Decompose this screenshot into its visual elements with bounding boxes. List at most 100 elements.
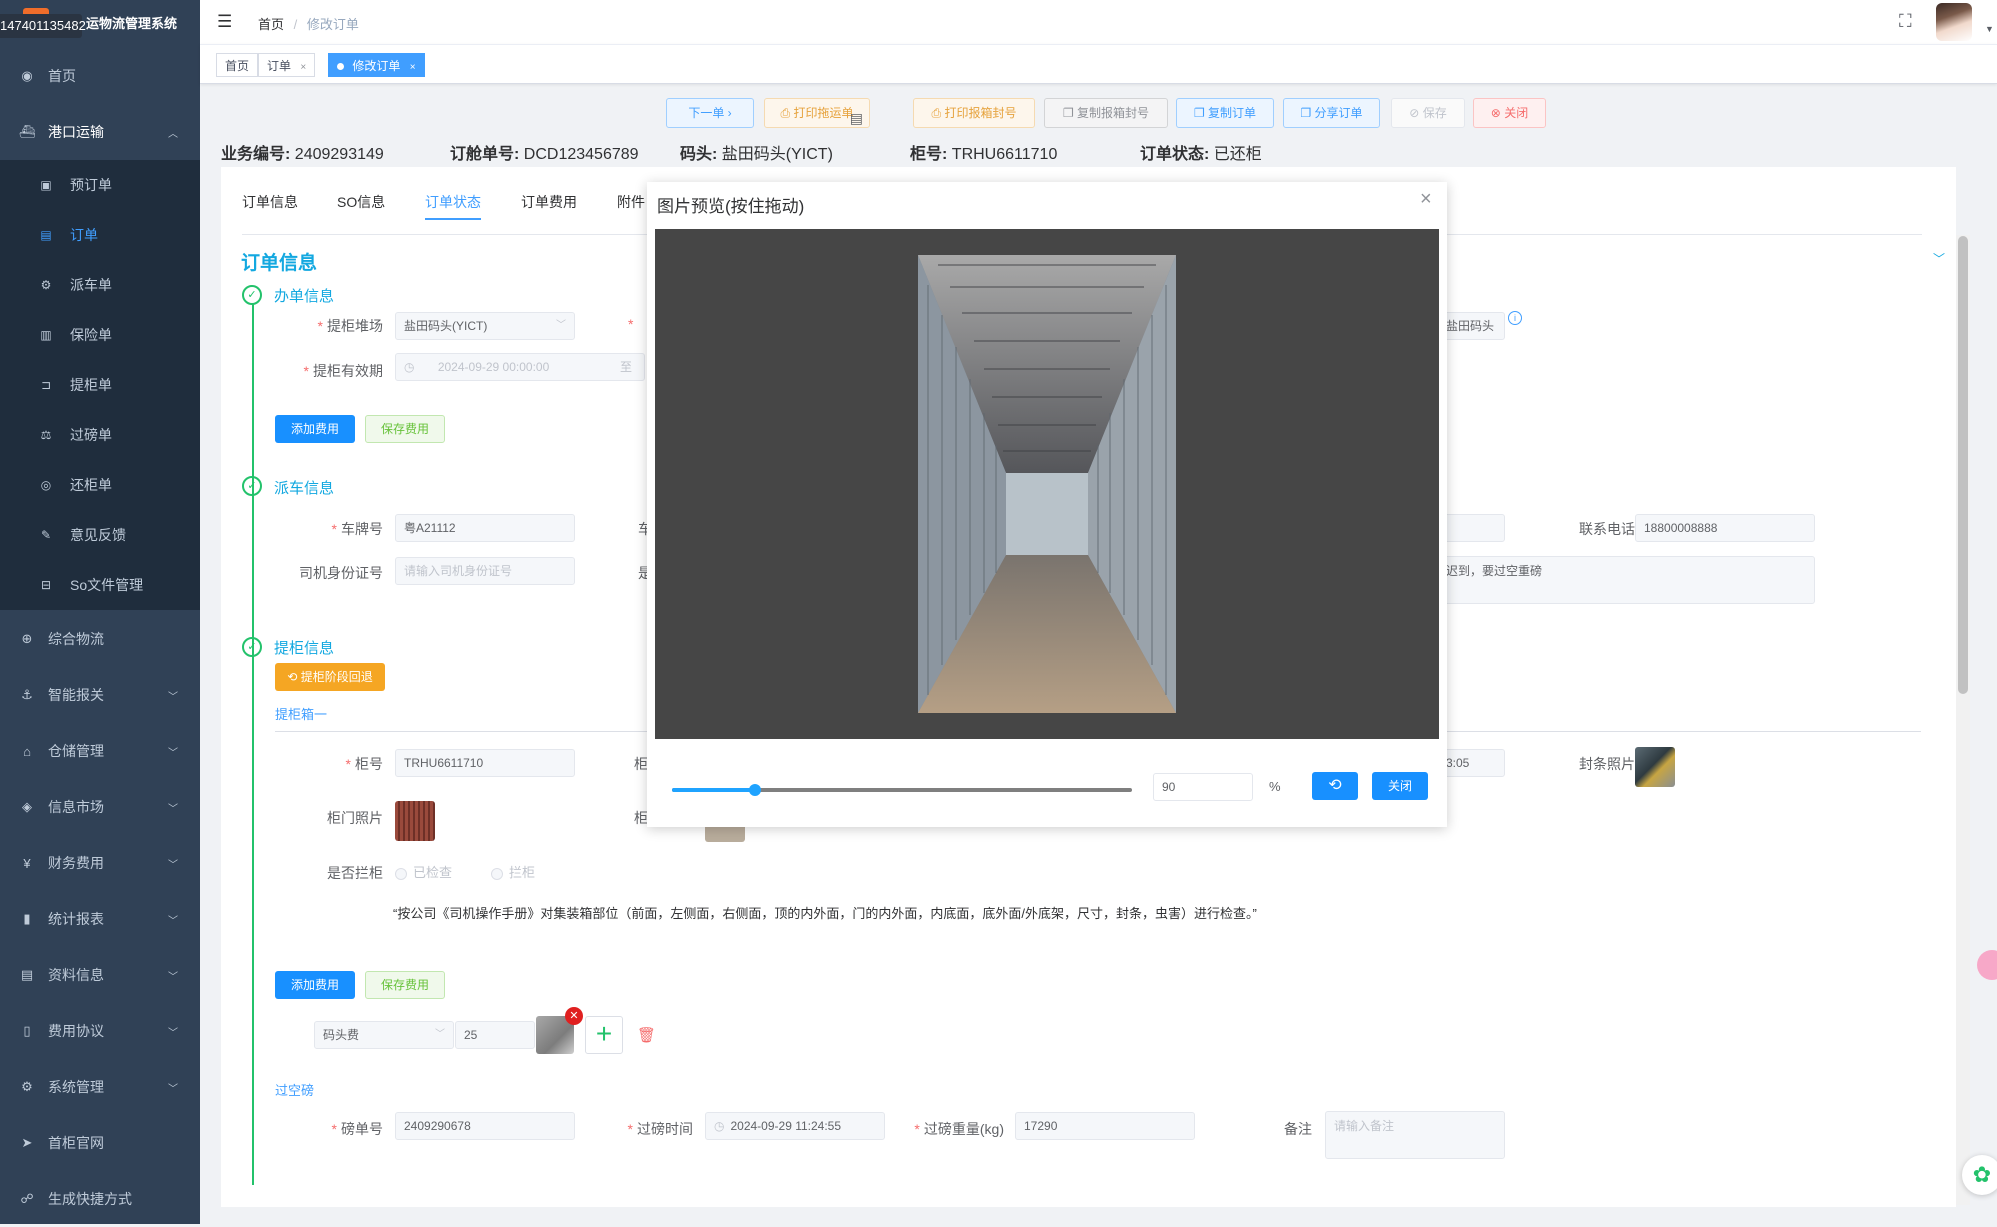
empty-weigh-link[interactable]: 过空磅 — [275, 1080, 314, 1099]
sidebar-item-reports[interactable]: ▮ 统计报表 ﹀ — [0, 891, 200, 947]
photo-thumbnail[interactable] — [705, 826, 745, 842]
sidebar-subitem-weighing[interactable]: ⚖ 过磅单 — [0, 410, 200, 460]
print-seal-button[interactable]: ⎙ 打印报箱封号 — [913, 98, 1035, 128]
sidebar-item-shortcut[interactable]: ☍ 生成快捷方式 — [0, 1171, 200, 1227]
tag-edit-order[interactable]: 修改订单 × — [328, 53, 425, 77]
sidebar-subitem-dispatch[interactable]: ⚙ 派车单 — [0, 260, 200, 310]
sidebar-item-data[interactable]: ▤ 资料信息 ﹀ — [0, 947, 200, 1003]
fee-type-select[interactable]: 码头费 ﹀ — [314, 1021, 454, 1049]
pickup-valid-range[interactable]: ◷ 2024-09-29 00:00:00 至 — [395, 353, 645, 381]
weigh-no-input[interactable]: 2409290678 — [395, 1112, 575, 1140]
truncated-label: 柜 — [634, 810, 648, 826]
app-title: 运物流管理系统 — [86, 16, 178, 31]
radio-blocked[interactable]: 拦柜 — [491, 862, 535, 881]
trash-icon[interactable]: 🗑 — [637, 1026, 656, 1044]
clipboard-icon[interactable]: ▤ — [850, 104, 863, 132]
pickup-yard-select[interactable]: 盐田码头(YICT) ﹀ — [395, 312, 575, 340]
sidebar-subitem-prebooking[interactable]: ▣ 预订单 — [0, 160, 200, 210]
zoom-input[interactable]: 90 — [1153, 773, 1253, 801]
sidebar-item-customs[interactable]: ⚓ 智能报关 ﹀ — [0, 667, 200, 723]
rotate-icon[interactable]: ⟲ — [1312, 772, 1358, 800]
active-tab-indicator — [425, 218, 481, 220]
floating-helper-icon[interactable] — [1977, 950, 1997, 980]
remove-icon[interactable]: ✕ — [565, 1007, 583, 1025]
weigh-time-input[interactable]: ◷ 2024-09-29 11:24:55 — [705, 1112, 885, 1140]
sidebar-item-label: 综合物流 — [48, 631, 104, 647]
tab-order-status[interactable]: 订单状态 — [425, 192, 481, 212]
sidebar-item-system[interactable]: ⚙ 系统管理 ﹀ — [0, 1059, 200, 1115]
dispatch-remark-textarea[interactable]: 迟到，要过空重磅 — [1443, 556, 1815, 604]
save-button[interactable]: ⊘ 保存 — [1391, 98, 1465, 128]
close-dialog-button[interactable]: 关闭 — [1372, 772, 1428, 800]
add-fee-button[interactable]: 添加费用 — [275, 971, 355, 999]
add-fee-button[interactable]: 添加费用 — [275, 415, 355, 443]
sidebar-item-market[interactable]: ◈ 信息市场 ﹀ — [0, 779, 200, 835]
scrollbar-thumb[interactable] — [1958, 236, 1968, 694]
remark-textarea[interactable]: 请输入备注 — [1325, 1111, 1505, 1159]
share-order-button[interactable]: ❐ 分享订单 — [1283, 98, 1380, 128]
save-fee-button[interactable]: 保存费用 — [365, 971, 445, 999]
zoom-slider-track[interactable] — [672, 784, 1132, 796]
box-one-link[interactable]: 提柜箱一 — [275, 704, 327, 723]
close-icon[interactable]: × — [300, 62, 306, 73]
container-interior-image[interactable] — [918, 255, 1176, 713]
tab-so-info[interactable]: SO信息 — [337, 192, 385, 212]
sidebar-item-fee-agreement[interactable]: ▯ 费用协议 ﹀ — [0, 1003, 200, 1059]
container-no-input[interactable]: TRHU6611710 — [395, 749, 575, 777]
phone-input[interactable]: 18800008888 — [1635, 514, 1815, 542]
fee-amount-input[interactable]: 25 — [455, 1021, 535, 1049]
close-icon[interactable]: × — [1420, 188, 1432, 211]
sidebar-subitem-pickup[interactable]: ⊐ 提柜单 — [0, 360, 200, 410]
fullscreen-icon[interactable]: ⛶ — [1899, 11, 1912, 32]
sidebar-item-home[interactable]: ◉ 首页 — [0, 48, 200, 104]
driver-id-input[interactable]: 请输入司机身份证号 — [395, 557, 575, 585]
sidebar-item-warehouse[interactable]: ⌂ 仓储管理 ﹀ — [0, 723, 200, 779]
tab-order-fees[interactable]: 订单费用 — [521, 192, 577, 212]
tag-order[interactable]: 订单 × — [258, 53, 316, 77]
image-canvas[interactable] — [655, 229, 1439, 739]
avatar[interactable] — [1936, 3, 1972, 41]
radio-checked[interactable]: 已检查 — [395, 862, 452, 881]
door-photo-thumbnail[interactable] — [395, 801, 435, 841]
sidebar-item-port-transport[interactable]: ⛴ 港口运输 ︿ — [0, 104, 200, 160]
sidebar-subitem-so-files[interactable]: ⊟ So文件管理 — [0, 560, 200, 610]
sidebar-item-logistics[interactable]: ⊕ 综合物流 — [0, 611, 200, 667]
sidebar-subitem-insurance[interactable]: ▥ 保险单 — [0, 310, 200, 360]
breadcrumb: 首页 / 修改订单 — [258, 14, 359, 33]
save-fee-button[interactable]: 保存费用 — [365, 415, 445, 443]
chevron-down-icon: ﹀ — [168, 803, 178, 815]
sidebar-subitem-return[interactable]: ◎ 还柜单 — [0, 460, 200, 510]
dispatch-right-input[interactable] — [1443, 514, 1505, 542]
sidebar-subitem-order[interactable]: ▤ 订单 — [0, 210, 200, 260]
yard-right-input[interactable]: 盐田码头 — [1443, 312, 1505, 340]
close-icon[interactable]: × — [410, 62, 416, 73]
printer-icon: ⎙ — [931, 106, 942, 120]
seal-photo-thumbnail[interactable] — [1635, 747, 1675, 787]
plate-input[interactable]: 粤A21112 — [395, 514, 575, 542]
time-right-input[interactable]: 3:05 — [1443, 749, 1505, 777]
breadcrumb-home[interactable]: 首页 — [258, 17, 284, 32]
caret-down-icon[interactable]: ▼ — [1985, 24, 1994, 34]
next-order-button[interactable]: 下一单 › — [666, 98, 754, 128]
order-icon: ▤ — [40, 228, 52, 242]
sidebar-item-finance[interactable]: ¥ 财务费用 ﹀ — [0, 835, 200, 891]
print-waybill-button[interactable]: ⎙ 打印拖运单 ▤ — [764, 98, 870, 128]
assistant-icon[interactable]: ✿ — [1962, 1155, 1997, 1195]
add-icon[interactable]: + — [585, 1016, 623, 1054]
hamburger-icon[interactable]: ☰ — [217, 12, 232, 32]
rollback-button[interactable]: ⟲ 提柜阶段回退 — [275, 663, 385, 691]
close-button[interactable]: ⊗ 关闭 — [1473, 98, 1546, 128]
weigh-weight-input[interactable]: 17290 — [1015, 1112, 1195, 1140]
sidebar-item-website[interactable]: ➤ 首柜官网 — [0, 1115, 200, 1171]
copy-seal-button[interactable]: ❐ 复制报箱封号 — [1044, 98, 1168, 128]
sidebar-item-label: 港口运输 — [48, 124, 104, 140]
sidebar-subitem-feedback[interactable]: ✎ 意见反馈 — [0, 510, 200, 560]
info-icon[interactable]: i — [1508, 311, 1522, 325]
tag-home[interactable]: 首页 — [216, 53, 259, 77]
tab-attachments[interactable]: 附件 — [617, 192, 645, 212]
chevron-down-icon: ﹀ — [168, 691, 178, 703]
zoom-slider-handle[interactable] — [748, 784, 761, 796]
tab-order-info[interactable]: 订单信息 — [242, 192, 298, 212]
copy-order-button[interactable]: ❐ 复制订单 — [1176, 98, 1274, 128]
chevron-down-icon[interactable]: ﹀ — [1933, 250, 1945, 267]
